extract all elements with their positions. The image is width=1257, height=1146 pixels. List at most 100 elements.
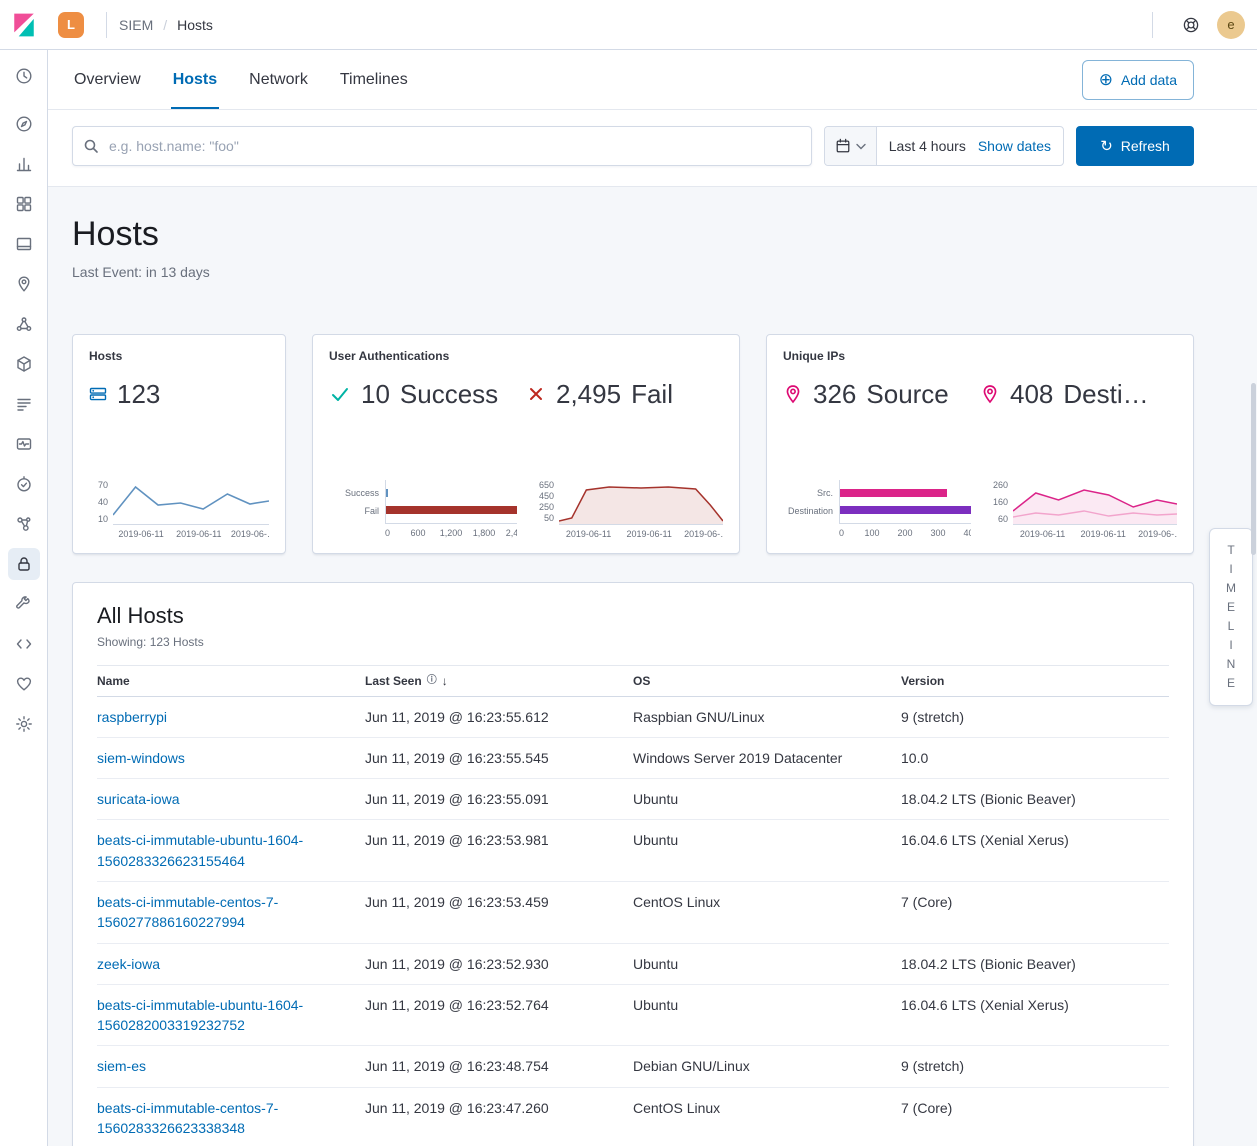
sidebar-item-machine-learning[interactable]	[8, 308, 40, 340]
tab-timelines[interactable]: Timelines	[338, 50, 410, 109]
info-icon: ⓘ	[427, 676, 437, 686]
tab-network[interactable]: Network	[247, 50, 310, 109]
x-tick: 2019-06-11	[118, 529, 163, 539]
refresh-label: Refresh	[1121, 138, 1170, 154]
host-name-link[interactable]: beats-ci-immutable-ubuntu-1604-156028200…	[97, 997, 303, 1033]
nodes-icon	[15, 315, 33, 333]
column-header-version[interactable]: Version	[901, 665, 1169, 696]
kpi-card-title: User Authentications	[329, 349, 723, 363]
ips-bar-chart: Src. Destination 0	[783, 480, 971, 541]
search-box	[72, 126, 812, 166]
column-header-name[interactable]: Name	[97, 665, 365, 696]
sidebar-item-siem[interactable]	[8, 548, 40, 580]
sidebar-item-dev-tools[interactable]	[8, 588, 40, 620]
timeline-flyout-toggle[interactable]: T I M E L I N E	[1209, 528, 1253, 706]
column-header-os[interactable]: OS	[633, 665, 901, 696]
auth-success-stat: 10 Success	[329, 379, 526, 410]
map-pin-icon	[15, 275, 33, 293]
x-tick: 400	[963, 528, 971, 538]
avatar[interactable]: e	[1217, 11, 1245, 39]
help-icon	[1182, 16, 1200, 34]
sidebar-item-graph[interactable]	[8, 508, 40, 540]
y-tick: 260	[989, 480, 1008, 490]
quick-select-button[interactable]	[825, 127, 877, 165]
x-tick: 1,800	[473, 528, 496, 538]
x-tick: 100	[864, 528, 879, 538]
show-dates-link[interactable]: Show dates	[978, 138, 1051, 154]
sidebar-item-visualize[interactable]	[8, 148, 40, 180]
os-cell: Ubuntu	[633, 984, 901, 1046]
sidebar-item-apm[interactable]	[8, 428, 40, 460]
siem-tabs-row: Overview Hosts Network Timelines ⊕ Add d…	[48, 50, 1257, 110]
refresh-icon: ↻	[1100, 139, 1113, 154]
host-name-link[interactable]: beats-ci-immutable-centos-7-156027788616…	[97, 894, 278, 930]
sidebar-item-discover[interactable]	[8, 108, 40, 140]
table-row: beats-ci-immutable-centos-7-156028332662…	[97, 1087, 1169, 1146]
timeline-letter: E	[1227, 674, 1235, 693]
refresh-button[interactable]: ↻ Refresh	[1076, 126, 1194, 166]
timeline-letter: I	[1229, 636, 1232, 655]
scrollbar-thumb[interactable]	[1251, 383, 1256, 555]
tab-hosts[interactable]: Hosts	[171, 50, 219, 109]
bar-label: Success	[329, 488, 379, 498]
last-seen-cell: Jun 11, 2019 @ 16:23:48.754	[365, 1046, 633, 1087]
host-name-link[interactable]: suricata-iowa	[97, 791, 179, 807]
source-ips-stat: 326 Source	[783, 379, 980, 410]
breadcrumb-separator: /	[163, 17, 167, 33]
source-pin-icon	[783, 384, 803, 404]
space-badge[interactable]: L	[58, 12, 84, 38]
sidebar-item-monitoring[interactable]	[8, 668, 40, 700]
table-row: zeek-iowa Jun 11, 2019 @ 16:23:52.930 Ub…	[97, 943, 1169, 984]
sidebar-item-canvas[interactable]	[8, 228, 40, 260]
sidebar-item-management[interactable]	[8, 708, 40, 740]
add-data-button[interactable]: ⊕ Add data	[1082, 60, 1194, 100]
help-button[interactable]	[1175, 9, 1207, 41]
host-name-link[interactable]: zeek-iowa	[97, 956, 160, 972]
y-tick: 160	[989, 497, 1008, 507]
sidebar-item-code[interactable]	[8, 628, 40, 660]
host-name-link[interactable]: beats-ci-immutable-centos-7-156028332662…	[97, 1100, 278, 1136]
sidebar-item-recently-viewed[interactable]	[8, 60, 40, 92]
y-tick: 50	[535, 513, 554, 523]
sidebar-item-uptime[interactable]	[8, 468, 40, 500]
breadcrumb-siem[interactable]: SIEM	[119, 17, 153, 33]
tab-overview[interactable]: Overview	[72, 50, 143, 109]
sidebar-item-metrics[interactable]	[8, 348, 40, 380]
kibana-logo[interactable]	[0, 12, 48, 38]
grid-icon	[15, 195, 33, 213]
x-tick: 0	[839, 528, 844, 538]
y-tick: 250	[535, 502, 554, 512]
chevron-down-icon	[856, 143, 866, 150]
column-header-last-seen[interactable]: Last Seen ⓘ ↓	[365, 665, 633, 696]
host-name-link[interactable]: siem-windows	[97, 750, 185, 766]
app-navigation-rail	[0, 50, 48, 1146]
last-seen-cell: Jun 11, 2019 @ 16:23:55.091	[365, 779, 633, 820]
os-cell: Ubuntu	[633, 943, 901, 984]
destination-ips-label: Desti…	[1063, 379, 1148, 410]
top-bar: L SIEM / Hosts e	[0, 0, 1257, 50]
graph-nodes-icon	[15, 515, 33, 533]
version-cell: 9 (stretch)	[901, 1046, 1169, 1087]
divider	[1152, 12, 1153, 38]
destination-ips-stat: 408 Desti…	[980, 379, 1177, 410]
os-cell: CentOS Linux	[633, 881, 901, 943]
sidebar-item-dashboard[interactable]	[8, 188, 40, 220]
sidebar-item-logs[interactable]	[8, 388, 40, 420]
search-input[interactable]	[107, 137, 801, 155]
last-seen-cell: Jun 11, 2019 @ 16:23:55.612	[365, 696, 633, 737]
os-cell: CentOS Linux	[633, 1087, 901, 1146]
kpi-card-hosts: Hosts 123	[72, 334, 286, 554]
ips-area-svg	[1013, 480, 1177, 524]
hosts-count-stat: 123	[89, 379, 269, 410]
sidebar-item-maps[interactable]	[8, 268, 40, 300]
host-name-link[interactable]: siem-es	[97, 1058, 146, 1074]
kpi-row: Hosts 123	[72, 334, 1194, 554]
breadcrumb: SIEM / Hosts	[119, 17, 213, 33]
auth-area-chart: 650 450 250 50	[535, 480, 723, 541]
timeline-letter: E	[1227, 598, 1235, 617]
timeline-letter: L	[1228, 617, 1235, 636]
time-range-label[interactable]: Last 4 hours	[889, 138, 966, 154]
host-name-link[interactable]: raspberrypi	[97, 709, 167, 725]
os-cell: Ubuntu	[633, 779, 901, 820]
host-name-link[interactable]: beats-ci-immutable-ubuntu-1604-156028332…	[97, 832, 303, 868]
